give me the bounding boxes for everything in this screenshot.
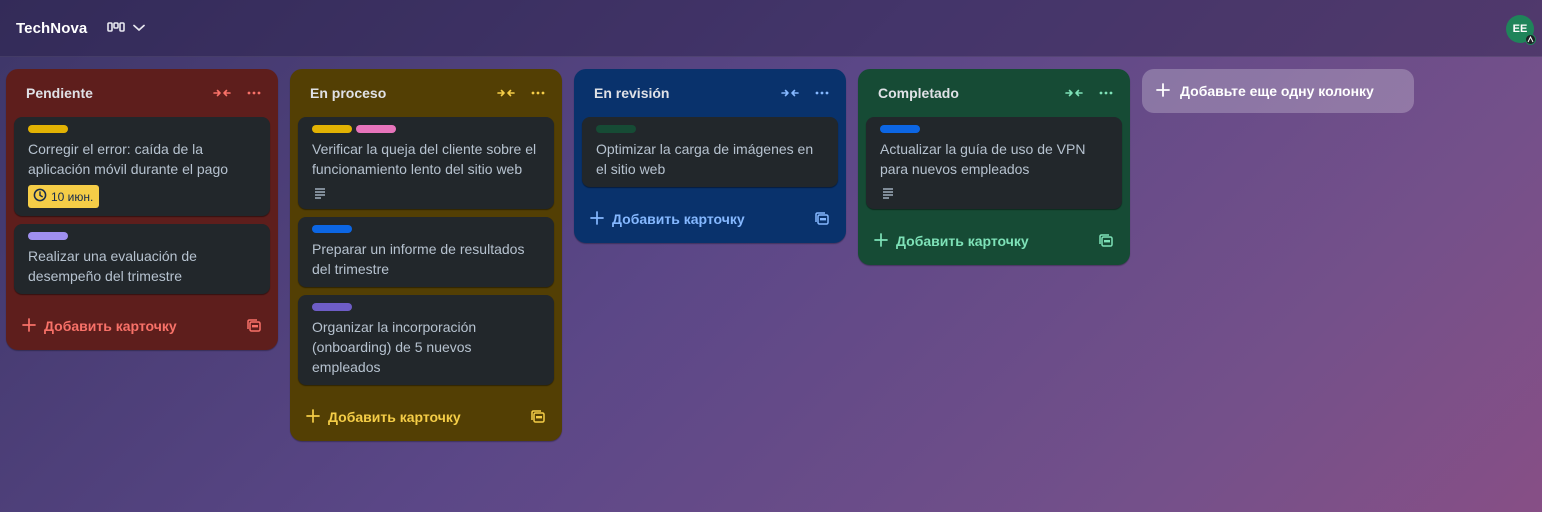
list-footer: Добавить карточку [290, 393, 562, 441]
add-card-label: Добавить карточку [328, 409, 461, 425]
card-labels [28, 125, 258, 133]
card-title: Preparar un informe de resultados del tr… [312, 241, 525, 277]
list-footer: Добавить карточку [574, 195, 846, 243]
description-icon [880, 185, 896, 201]
list-header: En proceso [290, 69, 562, 117]
card-list: Corregir el error: caída de la aplicació… [6, 117, 278, 294]
list-footer: Добавить карточку [858, 217, 1130, 265]
card-label[interactable] [312, 225, 352, 233]
add-card-label: Добавить карточку [612, 211, 745, 227]
card[interactable]: Preparar un informe de resultados del tr… [298, 217, 554, 287]
card-label[interactable] [312, 125, 352, 133]
card-title: Organizar la incorporación (onboarding) … [312, 319, 477, 375]
collapse-list-icon[interactable] [1062, 81, 1086, 105]
board-view-icon [107, 21, 126, 35]
admin-badge-icon [1525, 34, 1536, 45]
add-card-button[interactable]: Добавить карточку [306, 408, 461, 426]
card-template-icon[interactable] [528, 407, 548, 427]
due-date-badge[interactable]: 10 июн. [28, 185, 100, 208]
collapse-list-icon[interactable] [494, 81, 518, 105]
board-header: TechNova EE [0, 0, 1542, 57]
list-actions [1062, 81, 1118, 105]
plus-icon [874, 232, 888, 250]
collapse-list-icon[interactable] [778, 81, 802, 105]
card-title: Optimizar la carga de imágenes en el sit… [596, 141, 814, 177]
list-column: Pendiente Corregir el error: caída de la … [6, 69, 278, 350]
card-labels [880, 125, 1110, 133]
card-template-icon[interactable] [244, 316, 264, 336]
list-title[interactable]: Pendiente [26, 85, 93, 101]
card-badges [880, 185, 1110, 201]
chevron-down-icon [133, 24, 146, 32]
avatar-initials: EE [1512, 23, 1528, 35]
add-card-button[interactable]: Добавить карточку [874, 232, 1029, 250]
card-badges [312, 185, 542, 201]
card-label[interactable] [28, 232, 68, 240]
card-list: Optimizar la carga de imágenes en el sit… [574, 117, 846, 187]
card-title: Actualizar la guía de uso de VPN para nu… [880, 141, 1086, 177]
card-badges: 10 июн. [28, 185, 258, 208]
add-card-label: Добавить карточку [896, 233, 1029, 249]
card-labels [28, 232, 258, 240]
add-column-button[interactable]: Добавьте еще одну колонку [1142, 69, 1414, 113]
plus-icon [590, 210, 604, 228]
list-footer: Добавить карточку [6, 302, 278, 350]
add-card-label: Добавить карточку [44, 318, 177, 334]
card[interactable]: Corregir el error: caída de la aplicació… [14, 117, 270, 216]
card[interactable]: Verificar la queja del cliente sobre el … [298, 117, 554, 209]
plus-icon [22, 317, 36, 335]
clock-icon [33, 188, 47, 205]
list-actions [778, 81, 834, 105]
card-label[interactable] [880, 125, 920, 133]
plus-icon [1156, 82, 1170, 100]
list-title[interactable]: Completado [878, 85, 959, 101]
view-switcher[interactable] [107, 21, 146, 35]
list-title[interactable]: En proceso [310, 85, 386, 101]
card[interactable]: Actualizar la guía de uso de VPN para nu… [866, 117, 1122, 209]
list-header: Pendiente [6, 69, 278, 117]
more-options-icon[interactable] [810, 81, 834, 105]
card-title: Corregir el error: caída de la aplicació… [28, 141, 229, 177]
list-header: Completado [858, 69, 1130, 117]
list-column: Completado Actualizar la guía de uso de V… [858, 69, 1130, 265]
card-labels [312, 125, 542, 133]
list-column: En revisión Optimizar la carga de imágene… [574, 69, 846, 243]
list-header: En revisión [574, 69, 846, 117]
more-options-icon[interactable] [242, 81, 266, 105]
add-card-button[interactable]: Добавить карточку [590, 210, 745, 228]
card-label[interactable] [312, 303, 352, 311]
list-actions [494, 81, 550, 105]
more-options-icon[interactable] [526, 81, 550, 105]
description-icon [312, 185, 328, 201]
card-list: Actualizar la guía de uso de VPN para nu… [858, 117, 1130, 209]
card[interactable]: Optimizar la carga de imágenes en el sit… [582, 117, 838, 187]
avatar[interactable]: EE [1506, 15, 1536, 45]
card-labels [312, 303, 542, 311]
card-labels [596, 125, 826, 133]
add-card-button[interactable]: Добавить карточку [22, 317, 177, 335]
board-title[interactable]: TechNova [16, 20, 87, 37]
list-title[interactable]: En revisión [594, 85, 669, 101]
card-title: Realizar una evaluación de desempeño del… [28, 248, 197, 284]
due-date-text: 10 июн. [51, 189, 94, 204]
card-template-icon[interactable] [812, 209, 832, 229]
add-column-label: Добавьте еще одну колонку [1180, 83, 1374, 99]
card-label[interactable] [356, 125, 396, 133]
card-template-icon[interactable] [1096, 231, 1116, 251]
more-options-icon[interactable] [1094, 81, 1118, 105]
card-labels [312, 225, 542, 233]
plus-icon [306, 408, 320, 426]
card-list: Verificar la queja del cliente sobre el … [290, 117, 562, 385]
list-actions [210, 81, 266, 105]
card-title: Verificar la queja del cliente sobre el … [312, 141, 537, 177]
collapse-list-icon[interactable] [210, 81, 234, 105]
card-label[interactable] [596, 125, 636, 133]
card[interactable]: Realizar una evaluación de desempeño del… [14, 224, 270, 294]
card-label[interactable] [28, 125, 68, 133]
card[interactable]: Organizar la incorporación (onboarding) … [298, 295, 554, 385]
list-column: En proceso Verificar la queja del cliente… [290, 69, 562, 441]
